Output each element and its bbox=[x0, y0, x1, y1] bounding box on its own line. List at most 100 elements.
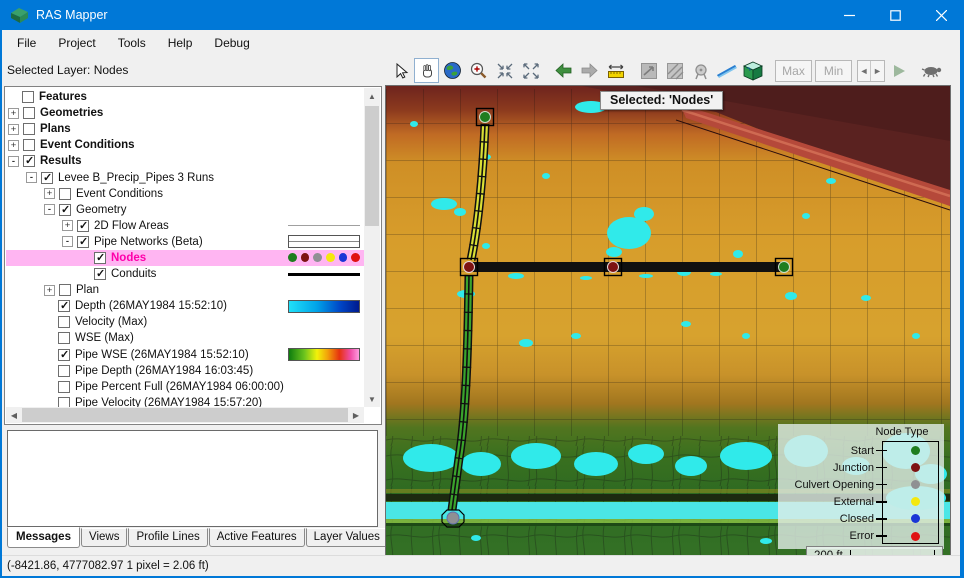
play-button[interactable] bbox=[886, 58, 911, 83]
checkbox[interactable] bbox=[58, 349, 70, 361]
culvert-opening-node[interactable] bbox=[447, 512, 459, 524]
tree-item-conduits[interactable]: Conduits bbox=[6, 266, 364, 282]
checkbox[interactable] bbox=[58, 381, 70, 393]
junction-node[interactable] bbox=[464, 262, 475, 273]
expander[interactable] bbox=[8, 124, 19, 135]
checkbox[interactable] bbox=[58, 397, 70, 407]
animation-step-spinner[interactable]: ◄ ► bbox=[857, 60, 885, 82]
expander[interactable] bbox=[8, 140, 19, 151]
tree-item-nodes[interactable]: Nodes bbox=[6, 250, 364, 266]
previous-view-button[interactable] bbox=[551, 58, 576, 83]
tree-vertical-scrollbar[interactable]: ▲ ▼ bbox=[364, 88, 380, 407]
animation-speed-button[interactable] bbox=[919, 58, 944, 83]
checkbox[interactable] bbox=[59, 284, 71, 296]
pan-button[interactable] bbox=[414, 58, 439, 83]
expander[interactable] bbox=[62, 220, 73, 231]
scrollbar-thumb[interactable] bbox=[365, 106, 379, 226]
tree-item-depth[interactable]: Depth (26MAY1984 15:52:10) bbox=[6, 298, 364, 314]
menu-project[interactable]: Project bbox=[47, 32, 106, 54]
max-button[interactable]: Max bbox=[775, 60, 812, 82]
mesh-hatch-button[interactable] bbox=[662, 58, 687, 83]
checkbox[interactable] bbox=[23, 139, 35, 151]
expander[interactable] bbox=[44, 204, 55, 215]
checkbox[interactable] bbox=[58, 365, 70, 377]
checkbox[interactable] bbox=[41, 172, 53, 184]
expander[interactable] bbox=[44, 285, 55, 296]
checkbox[interactable] bbox=[77, 236, 89, 248]
checkbox[interactable] bbox=[23, 155, 35, 167]
expander[interactable] bbox=[44, 188, 55, 199]
tree-item-velocity[interactable]: Velocity (Max) bbox=[6, 314, 364, 330]
messages-box[interactable] bbox=[7, 430, 378, 527]
start-node[interactable] bbox=[779, 262, 790, 273]
zoom-in-button[interactable] bbox=[466, 58, 491, 83]
expander[interactable] bbox=[62, 236, 73, 247]
draw-compass-button[interactable] bbox=[688, 58, 713, 83]
checkbox[interactable] bbox=[58, 332, 70, 344]
map-canvas[interactable]: Selected: 'Nodes' Node Type Start Juncti… bbox=[385, 85, 951, 568]
tab-messages[interactable]: Messages bbox=[7, 527, 80, 548]
tab-views[interactable]: Views bbox=[81, 528, 127, 547]
menu-help[interactable]: Help bbox=[157, 32, 204, 54]
tree-item-2d-flow-areas[interactable]: 2D Flow Areas bbox=[6, 218, 364, 234]
checkbox[interactable] bbox=[59, 188, 71, 200]
scroll-up-arrow[interactable]: ▲ bbox=[364, 88, 380, 104]
junction-node[interactable] bbox=[608, 262, 619, 273]
measure-button[interactable] bbox=[603, 58, 628, 83]
menu-file[interactable]: File bbox=[6, 32, 47, 54]
checkbox[interactable] bbox=[23, 107, 35, 119]
tree-item-plan[interactable]: Plan bbox=[6, 282, 364, 298]
scrollbar-thumb[interactable] bbox=[22, 408, 348, 422]
tree-item-run-event-conditions[interactable]: Event Conditions bbox=[6, 186, 364, 202]
maximize-button[interactable] bbox=[872, 0, 918, 30]
checkbox[interactable] bbox=[22, 91, 34, 103]
tree-horizontal-scrollbar[interactable]: ◀ ▶ bbox=[6, 407, 364, 423]
start-node[interactable] bbox=[480, 112, 491, 123]
titlebar[interactable]: RAS Mapper bbox=[0, 0, 964, 30]
checkbox[interactable] bbox=[58, 300, 70, 312]
expander[interactable] bbox=[8, 108, 19, 119]
tree-item-results[interactable]: Results bbox=[6, 153, 364, 169]
menu-tools[interactable]: Tools bbox=[107, 32, 157, 54]
tab-active-features[interactable]: Active Features bbox=[209, 528, 305, 547]
menu-debug[interactable]: Debug bbox=[203, 32, 260, 54]
shrink-extent-button[interactable] bbox=[492, 58, 517, 83]
tree-item-event-conditions[interactable]: Event Conditions bbox=[6, 137, 364, 153]
checkbox[interactable] bbox=[59, 204, 71, 216]
select-cursor-button[interactable] bbox=[388, 58, 413, 83]
tree-item-geometry[interactable]: Geometry bbox=[6, 202, 364, 218]
tree-item-pipe-velocity[interactable]: Pipe Velocity (26MAY1984 15:57:20) bbox=[6, 395, 364, 407]
scroll-left-arrow[interactable]: ◀ bbox=[6, 407, 22, 423]
scroll-down-arrow[interactable]: ▼ bbox=[364, 391, 380, 407]
tree-item-geometries[interactable]: Geometries bbox=[6, 105, 364, 121]
tree-item-wse[interactable]: WSE (Max) bbox=[6, 330, 364, 346]
checkbox[interactable] bbox=[58, 316, 70, 328]
checkbox[interactable] bbox=[94, 268, 106, 280]
expander[interactable] bbox=[8, 156, 19, 167]
tree-item-pipe-networks[interactable]: Pipe Networks (Beta) bbox=[6, 234, 364, 250]
tree-item-features[interactable]: Features bbox=[6, 89, 364, 105]
step-forward-button[interactable]: ► bbox=[871, 61, 884, 81]
checkbox[interactable] bbox=[23, 123, 35, 135]
tree-item-pipe-percent-full[interactable]: Pipe Percent Full (26MAY1984 06:00:00) bbox=[6, 379, 364, 395]
next-view-button[interactable] bbox=[577, 58, 602, 83]
full-extent-button[interactable] bbox=[518, 58, 543, 83]
checkbox[interactable] bbox=[77, 220, 89, 232]
expander[interactable] bbox=[26, 172, 37, 183]
tab-profile-lines[interactable]: Profile Lines bbox=[128, 528, 207, 547]
water-surface-button[interactable] bbox=[714, 58, 739, 83]
step-back-button[interactable]: ◄ bbox=[858, 61, 871, 81]
tree-item-pipe-depth[interactable]: Pipe Depth (26MAY1984 16:03:45) bbox=[6, 363, 364, 379]
checkbox[interactable] bbox=[94, 252, 106, 264]
tree-item-run[interactable]: Levee B_Precip_Pipes 3 Runs bbox=[6, 169, 364, 185]
close-button[interactable] bbox=[918, 0, 964, 30]
tree-item-pipe-wse[interactable]: Pipe WSE (26MAY1984 15:52:10) bbox=[6, 347, 364, 363]
zoom-extents-button[interactable] bbox=[440, 58, 465, 83]
tab-layer-values[interactable]: Layer Values bbox=[306, 528, 388, 547]
minimize-button[interactable] bbox=[826, 0, 872, 30]
profile-plot-button[interactable] bbox=[636, 58, 661, 83]
scroll-right-arrow[interactable]: ▶ bbox=[348, 407, 364, 423]
min-button[interactable]: Min bbox=[815, 60, 852, 82]
3d-viewer-button[interactable] bbox=[740, 58, 765, 83]
tree-item-plans[interactable]: Plans bbox=[6, 121, 364, 137]
